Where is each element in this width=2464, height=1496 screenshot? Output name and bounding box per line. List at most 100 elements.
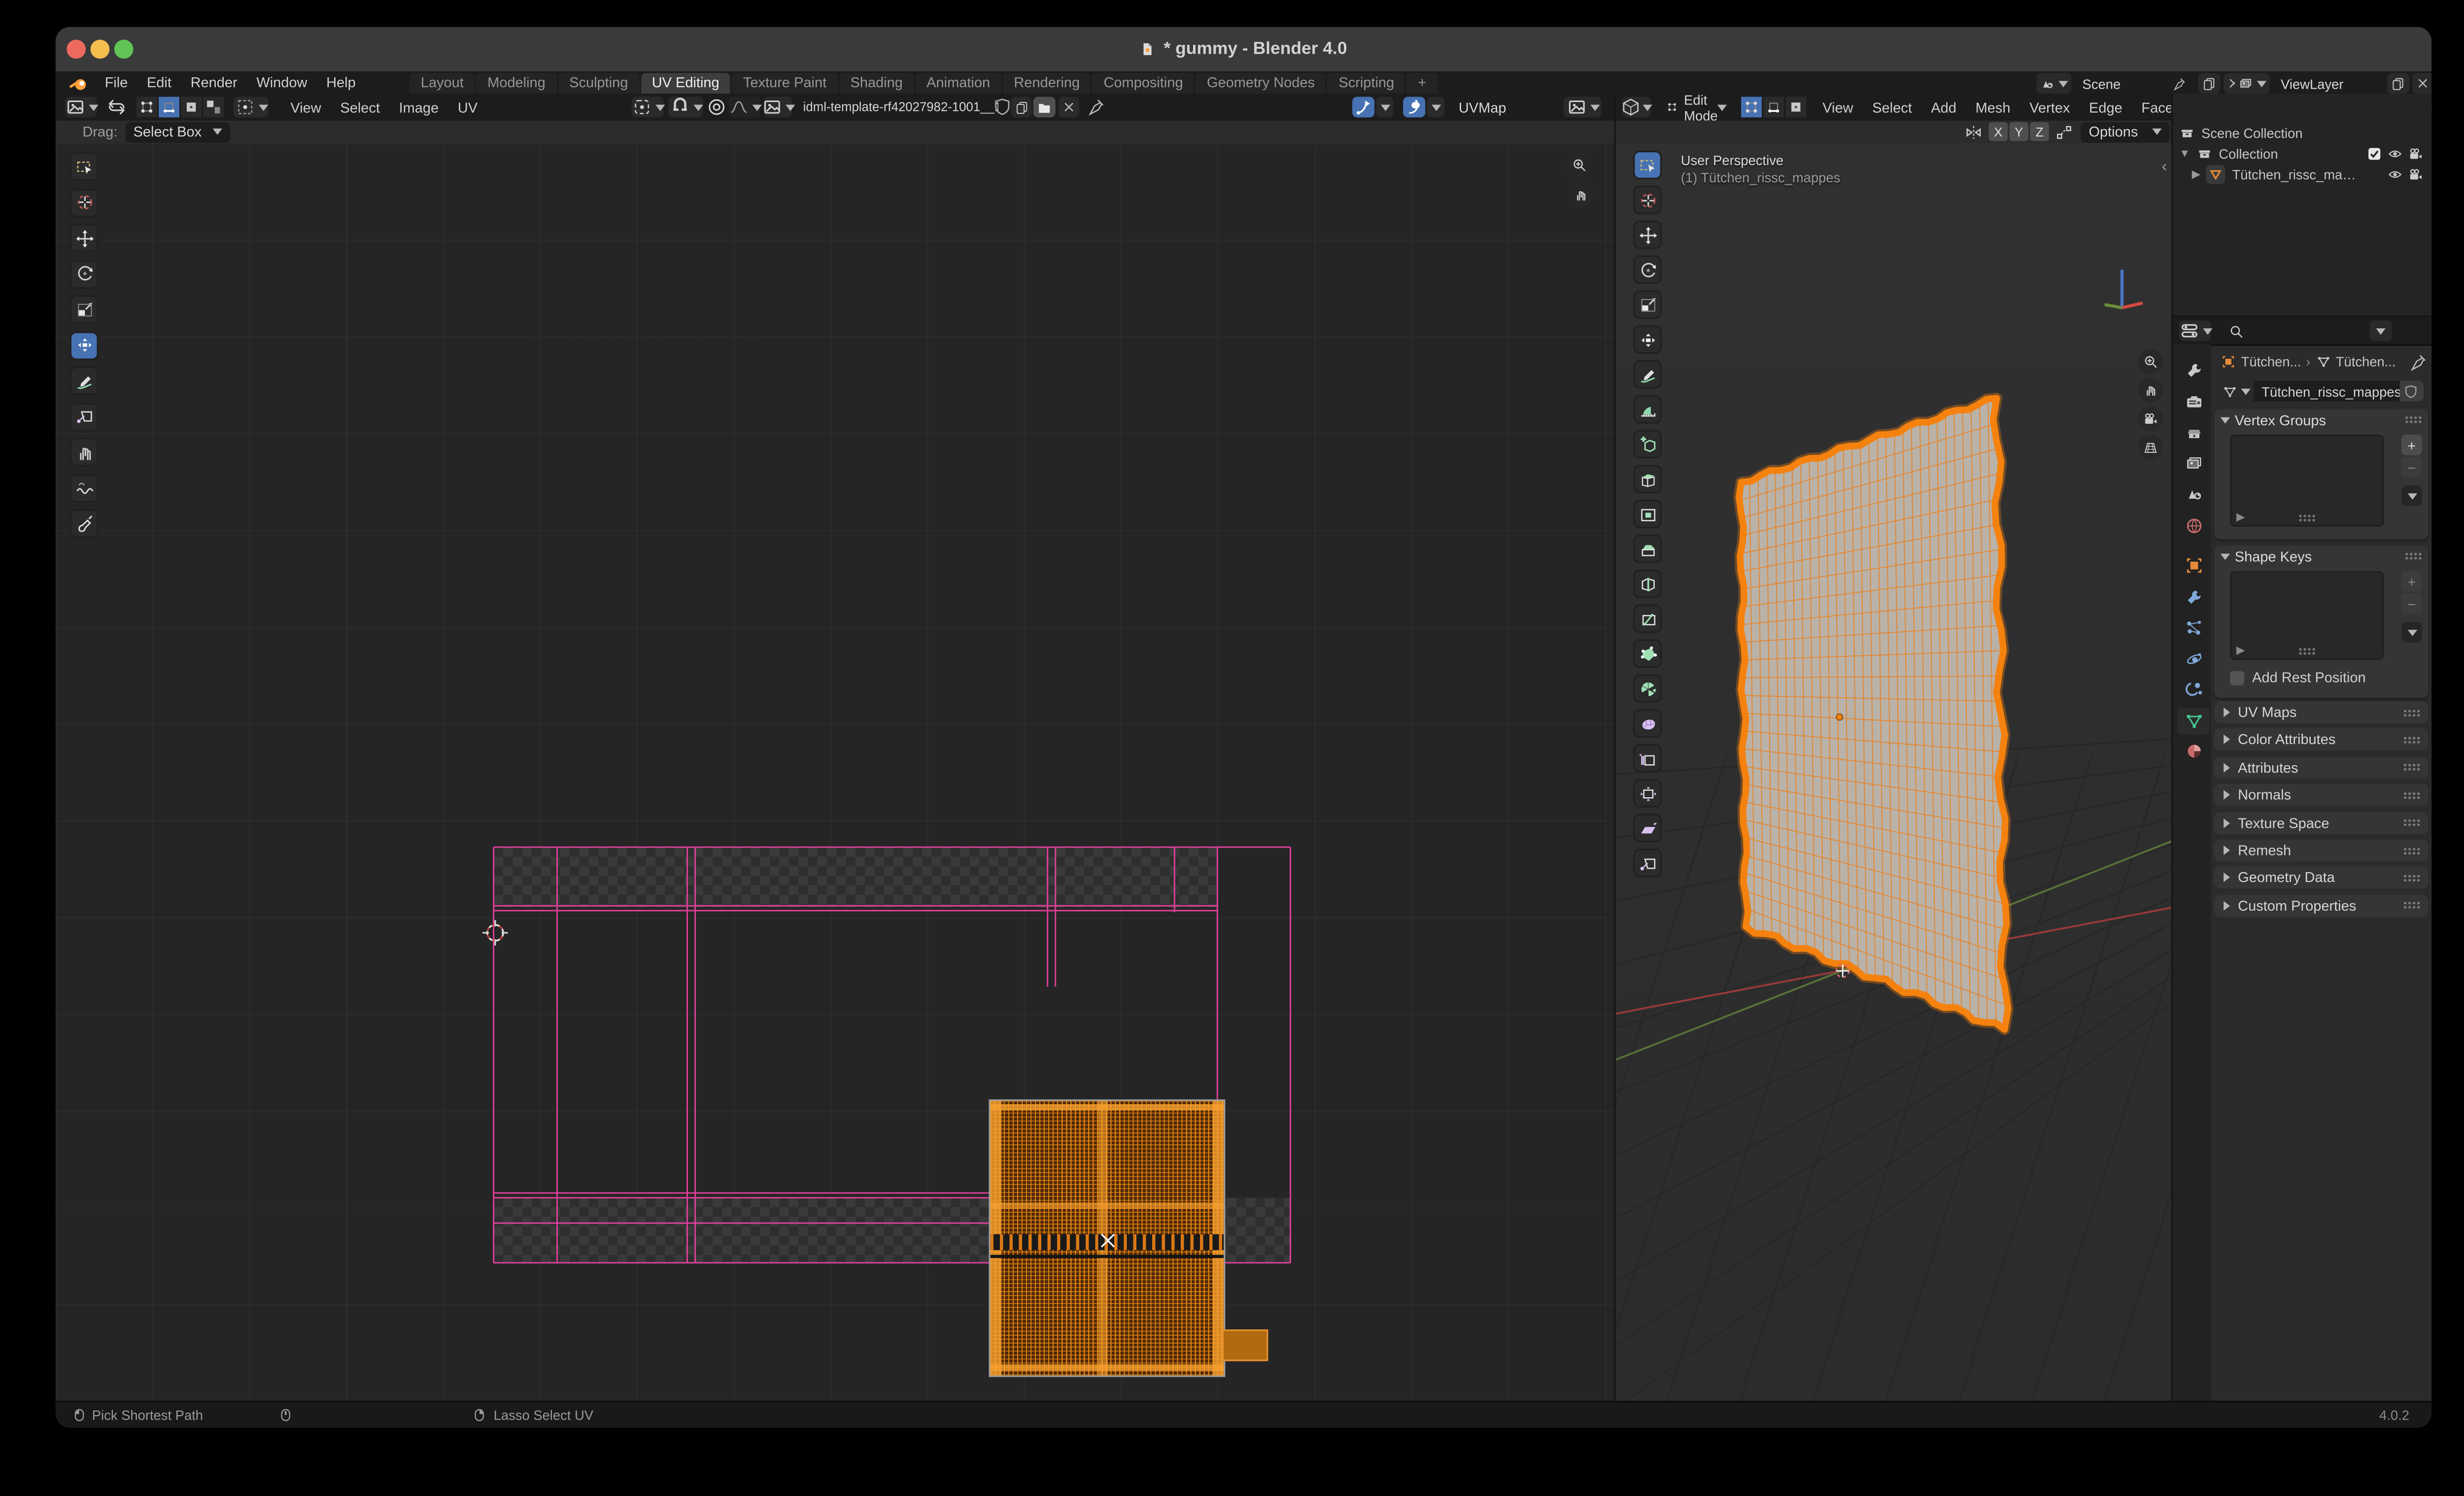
shape-key-remove-button[interactable]: − [2401,593,2422,614]
rotate-tool-button[interactable] [71,261,97,287]
vertex-group-remove-button[interactable]: − [2401,457,2422,478]
workspace-tab-sculpting[interactable]: Sculpting [558,72,639,93]
mesh-browse-button[interactable] [2220,380,2254,402]
loop-cut-tool-button[interactable] [1635,571,1660,597]
mode-dropdown[interactable]: Edit Mode [1657,91,1736,123]
hide-viewport-icon[interactable] [2387,146,2403,162]
scene-name-field[interactable]: Scene [2074,73,2195,94]
panel-texture-space[interactable]: Texture Space [2214,812,2429,834]
panel-grip[interactable] [2403,791,2421,799]
scene-new-button[interactable] [2198,73,2221,94]
panel-grip[interactable] [2403,708,2421,716]
mirror-z-button[interactable]: Z [2030,122,2049,141]
panel-grip[interactable] [2404,415,2422,424]
uv-orientation-dropdown[interactable] [1427,97,1444,118]
disable-render-icon[interactable] [2408,146,2424,162]
rotate-tool-button[interactable] [1635,257,1660,283]
viewport-camera-button[interactable] [2138,406,2163,432]
panel-custom-properties[interactable]: Custom Properties [2214,894,2429,917]
uv-pan-button[interactable] [1568,182,1594,208]
shape-key-add-button[interactable]: + [2401,571,2422,592]
workspace-tab-texture-paint[interactable]: Texture Paint [732,72,838,93]
uv-image-browse-button[interactable] [763,97,794,118]
uv-sync-icon[interactable] [106,97,127,117]
uv-zoom-button[interactable] [1566,152,1592,178]
properties-tab-modifiers[interactable] [2178,583,2209,610]
sidebar-collapse-arrow[interactable]: ‹ [2162,159,2167,176]
mirror-y-button[interactable]: Y [2009,122,2029,141]
list-grip[interactable] [2298,514,2316,522]
properties-options-button[interactable] [2369,320,2392,341]
properties-tab-output[interactable] [2178,419,2209,446]
topbar-menu-edit[interactable]: Edit [137,74,181,90]
viewlayer-name-field[interactable]: ViewLayer [2273,73,2384,94]
viewlayer-new-button[interactable] [2387,73,2410,94]
viewport-menu-view[interactable]: View [1813,99,1863,115]
transform-tool-button[interactable] [1635,327,1660,352]
workspace-tab-layout[interactable]: Layout [410,72,475,93]
panel-geometry-data[interactable]: Geometry Data [2214,867,2429,889]
vertex-groups-panel-header[interactable]: Vertex Groups [2214,409,2429,430]
scale-tool-button[interactable] [1635,292,1660,317]
shape-keys-panel-header[interactable]: Shape Keys [2214,546,2429,567]
workspace-tab-uv-editing[interactable]: UV Editing [641,72,731,93]
pin-icon[interactable] [2408,352,2429,373]
extrude-region-tool-button[interactable] [1635,466,1660,492]
uv-menu-uv[interactable]: UV [448,99,487,115]
properties-tab-view-layer[interactable] [2178,450,2209,477]
knife-tool-button[interactable] [1635,606,1660,632]
topbar-menu-file[interactable]: File [95,74,137,90]
rip-region-tool-button[interactable] [71,404,97,429]
fake-user-icon[interactable] [992,97,1013,117]
mesh-fake-user-button[interactable] [2399,380,2424,402]
viewport-pan-button[interactable] [2138,377,2163,403]
properties-tab-scene[interactable] [2178,481,2209,508]
properties-tab-physics[interactable] [2178,645,2209,672]
mesh-object[interactable] [1616,143,2173,1402]
options-dropdown[interactable]: Options [2081,121,2170,142]
uv-image-unlink-button[interactable] [1059,97,1080,118]
uv-editor-type-button[interactable] [65,97,98,118]
topbar-menu-window[interactable]: Window [247,74,317,90]
viewport-3d[interactable]: User Perspective (1) Tütchen_rissc_mappe… [1614,142,2173,1403]
shrink-fatten-tool-button[interactable] [1635,780,1660,806]
move-tool-button[interactable] [1635,222,1660,248]
mirror-x-button[interactable]: X [1988,122,2008,141]
workspace-tab-modeling[interactable]: Modeling [476,72,557,93]
uv-face-mode-button[interactable] [181,97,202,118]
uv-overlay-button[interactable] [1563,97,1602,118]
uv-canvas[interactable] [55,142,1614,1403]
expand-arrow-icon[interactable]: ▼ [2179,148,2190,160]
collection-checkbox[interactable] [2366,146,2382,162]
panel-grip[interactable] [2403,901,2421,910]
resize-arrow-icon[interactable]: ▶ [2236,644,2245,657]
panel-attributes[interactable]: Attributes [2214,756,2429,779]
panel-remesh[interactable]: Remesh [2214,839,2429,862]
properties-tab-world[interactable] [2178,511,2209,539]
select-box-tool-button[interactable] [71,154,97,179]
uv-snap-toggle[interactable] [1352,97,1375,118]
pin-icon[interactable] [1086,97,1106,117]
cursor-tool-button[interactable] [1635,187,1660,213]
viewport-menu-select[interactable]: Select [1863,99,1921,115]
viewport-grid-toggle-button[interactable] [2138,435,2163,460]
uv-image-open-button[interactable] [1033,97,1056,118]
workspace-tab--[interactable]: + [1406,72,1437,93]
close-window-button[interactable] [67,39,86,59]
resize-arrow-icon[interactable]: ▶ [2236,511,2245,524]
uv-island-mode-button[interactable] [203,97,224,118]
uv-snapping-button[interactable] [668,97,703,118]
properties-tab-tool[interactable] [2178,357,2209,384]
relax-tool-button[interactable] [71,475,97,501]
properties-tab-material[interactable] [2178,738,2209,765]
edge-select-button[interactable] [1764,97,1784,118]
viewport-editor-type-button[interactable] [1622,97,1652,118]
rip-region-tool-button[interactable] [1635,850,1660,876]
panel-grip[interactable] [2403,736,2421,744]
viewport-menu-mesh[interactable]: Mesh [1966,99,2020,115]
pinch-tool-button[interactable] [71,510,97,537]
panel-color-attributes[interactable]: Color Attributes [2214,729,2429,751]
properties-tab-render[interactable] [2178,388,2209,415]
uv-menu-image[interactable]: Image [389,99,448,115]
uv-map-field[interactable]: UVMap [1450,97,1572,118]
